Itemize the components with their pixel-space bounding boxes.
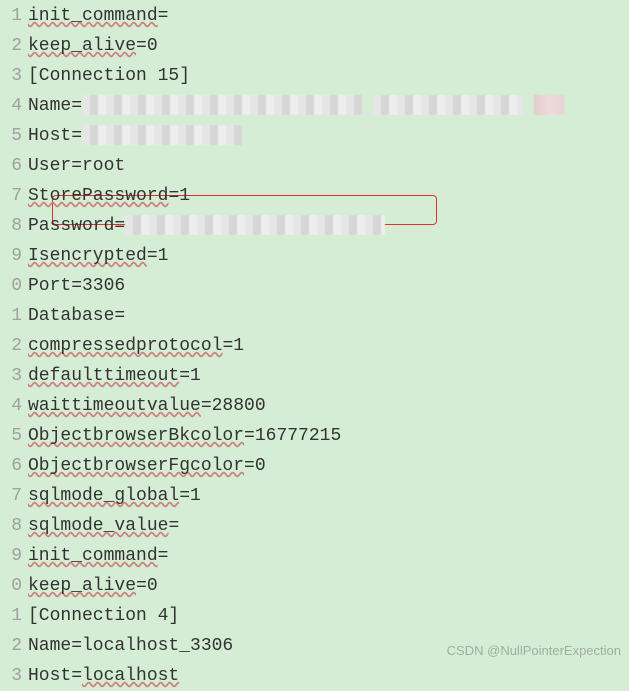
line-number: 7 <box>0 481 22 511</box>
code-line: Password= <box>28 211 629 241</box>
code-line: defaulttimeout=1 <box>28 361 629 391</box>
line-number: 0 <box>0 271 22 301</box>
code-line: User=root <box>28 151 629 181</box>
code-line: ObjectbrowserFgcolor=0 <box>28 451 629 481</box>
code-line: init_command= <box>28 1 629 31</box>
line-number: 1 <box>0 1 22 31</box>
code-line: Host= <box>28 121 629 151</box>
code-line: sqlmode_value= <box>28 511 629 541</box>
code-line: StorePassword=1 <box>28 181 629 211</box>
code-line: waittimeoutvalue=28800 <box>28 391 629 421</box>
line-number: 8 <box>0 211 22 241</box>
code-line: init_command= <box>28 541 629 571</box>
line-number-gutter: 1 2 3 4 5 6 7 8 9 0 1 2 3 4 5 6 7 8 9 0 … <box>0 0 28 672</box>
code-line: Database= <box>28 301 629 331</box>
line-number: 1 <box>0 301 22 331</box>
line-number: 9 <box>0 241 22 271</box>
line-number: 6 <box>0 451 22 481</box>
line-number: 2 <box>0 31 22 61</box>
code-line: Name= <box>28 91 629 121</box>
redacted-text <box>373 95 523 115</box>
line-number: 5 <box>0 421 22 451</box>
code-line: [Connection 15] <box>28 61 629 91</box>
code-line: ObjectbrowserBkcolor=16777215 <box>28 421 629 451</box>
code-line: Host=localhost <box>28 661 629 691</box>
code-line: Name=localhost_3306 <box>28 631 629 661</box>
code-line: compressedprotocol=1 <box>28 331 629 361</box>
line-number: 2 <box>0 331 22 361</box>
line-number: 3 <box>0 361 22 391</box>
line-number: 6 <box>0 151 22 181</box>
line-number: 9 <box>0 541 22 571</box>
line-number: 4 <box>0 391 22 421</box>
code-line: keep_alive=0 <box>28 31 629 61</box>
redacted-text <box>82 95 362 115</box>
line-number: 7 <box>0 181 22 211</box>
code-line: Port=3306 <box>28 271 629 301</box>
code-editor: 1 2 3 4 5 6 7 8 9 0 1 2 3 4 5 6 7 8 9 0 … <box>0 0 629 672</box>
line-number: 3 <box>0 61 22 91</box>
redacted-text <box>82 125 242 145</box>
line-number: 4 <box>0 91 22 121</box>
line-number: 1 <box>0 601 22 631</box>
line-number: 2 <box>0 631 22 661</box>
code-line: keep_alive=0 <box>28 571 629 601</box>
line-number: 8 <box>0 511 22 541</box>
line-number: 3 <box>0 661 22 691</box>
line-number: 5 <box>0 121 22 151</box>
code-area[interactable]: init_command= keep_alive=0 [Connection 1… <box>28 0 629 672</box>
line-number: 0 <box>0 571 22 601</box>
code-line: Isencrypted=1 <box>28 241 629 271</box>
code-line: [Connection 4] <box>28 601 629 631</box>
redacted-text <box>534 95 564 115</box>
code-line: sqlmode_global=1 <box>28 481 629 511</box>
redacted-password <box>125 215 385 235</box>
